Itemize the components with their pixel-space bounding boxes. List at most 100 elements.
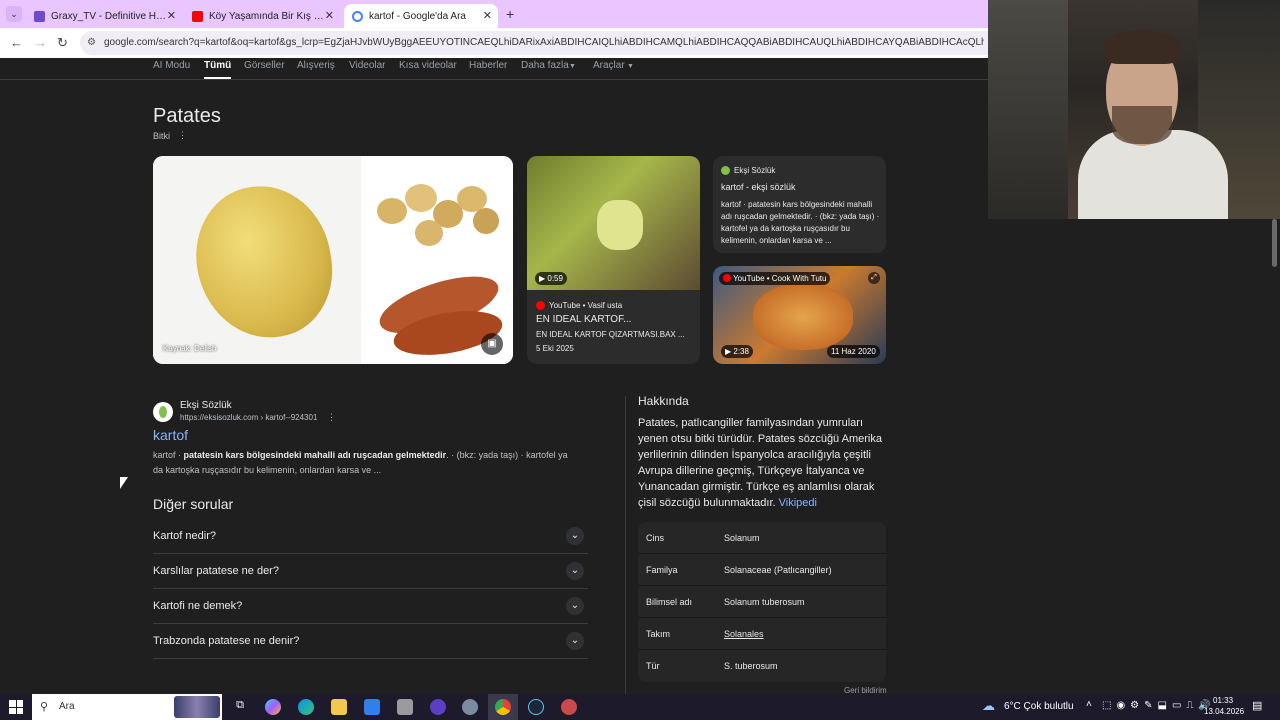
video-duration: ▶ 2:38 <box>721 345 753 358</box>
result-menu-icon[interactable]: ⋮ <box>327 412 336 423</box>
wikipedia-link[interactable]: Vikipedi <box>779 497 817 509</box>
tab-images[interactable]: Görseller <box>244 60 285 71</box>
expand-icon[interactable]: ⤢ <box>868 272 880 284</box>
tools-chevron-icon: ▼ <box>627 63 634 70</box>
potato-image[interactable]: Kaynak: Delish <box>153 156 361 364</box>
chevron-down-icon[interactable]: ⌄ <box>566 562 584 580</box>
windows-start-icon[interactable] <box>9 700 23 714</box>
result-url: https://eksisozluk.com › kartof--924301 <box>180 413 318 422</box>
video-date: 5 Eki 2025 <box>536 344 574 353</box>
store-icon[interactable] <box>364 699 380 715</box>
browser-tab-3[interactable]: kartof - Google'da Ara ✕ <box>344 4 498 28</box>
taskbar-search[interactable]: ⚲ Ara <box>32 694 222 720</box>
video-card-2[interactable]: YouTube • Cook With Tutu ⤢ ▶ 2:38 11 Haz… <box>713 266 886 364</box>
video-thumbnail[interactable]: ▶ 0:59 <box>527 156 700 290</box>
tab-short-videos[interactable]: Kısa videolar <box>399 60 457 71</box>
baby-potatoes-image[interactable] <box>363 156 513 259</box>
youtube-icon <box>723 274 731 282</box>
obs-icon[interactable] <box>430 699 446 715</box>
tab-videos[interactable]: Videolar <box>349 60 386 71</box>
eksi-site-icon <box>153 402 173 422</box>
site-info-icon[interactable]: ⚙ <box>87 37 96 48</box>
twitch-favicon-icon <box>34 10 45 22</box>
scrollbar-thumb[interactable] <box>1272 219 1277 267</box>
fact-row: Familya Solanaceae (Patlıcangiller) <box>638 554 886 586</box>
url-text: google.com/search?q=kartof&oq=kartof&gs_… <box>104 37 984 48</box>
forward-icon[interactable]: → <box>34 35 47 50</box>
reload-icon[interactable]: ↻ <box>57 35 68 51</box>
about-heading: Hakkında <box>638 394 689 408</box>
video-source: YouTube • Vasif usta <box>549 301 623 310</box>
tray-chevron-icon[interactable]: ˄ <box>1086 699 1092 710</box>
fact-row: Bilimsel adı Solanum tuberosum <box>638 586 886 618</box>
kp-subtitle: Bitki <box>153 131 171 141</box>
clock-date[interactable]: 13.04.2026 <box>1204 707 1244 716</box>
browser-tab-1[interactable]: Graxy_TV - Definitive Hero Sieg ✕ <box>26 4 182 28</box>
tab-more[interactable]: Daha fazla <box>521 60 569 71</box>
kp-title: Patates <box>153 105 221 127</box>
chevron-down-icon[interactable]: ⌄ <box>566 632 584 650</box>
app-icon[interactable] <box>397 699 413 715</box>
kp-image-collage[interactable]: Kaynak: Delish ▣ <box>153 156 513 364</box>
feedback-link[interactable]: Geri bildirim <box>844 686 887 694</box>
fact-row: Takım Solanales <box>638 618 886 650</box>
tab-all[interactable]: Tümü <box>204 60 232 79</box>
sweet-potato-image[interactable]: ▣ <box>363 261 513 364</box>
new-tab-icon[interactable]: + <box>506 6 514 22</box>
notification-icon[interactable]: ▤ <box>1252 699 1262 712</box>
google-favicon-icon <box>352 10 363 22</box>
image-source-label: Kaynak: Delish <box>163 344 217 353</box>
tab-menu-icon[interactable]: ⌄ <box>6 6 22 22</box>
settings-icon[interactable] <box>462 699 478 715</box>
fact-row: Cins Solanum <box>638 522 886 554</box>
video-source-badge: YouTube • Cook With Tutu <box>719 272 831 285</box>
tray-icons[interactable]: ⬚◉⚙✎⬓▭⎍🔊 <box>1102 700 1216 711</box>
back-icon[interactable]: ← <box>10 35 23 50</box>
copilot-icon[interactable] <box>265 699 281 715</box>
task-view-icon[interactable]: ⧉ <box>232 699 248 715</box>
chevron-down-icon[interactable]: ⌄ <box>566 527 584 545</box>
tab-ai-mode[interactable]: AI Modu <box>153 60 190 71</box>
order-link[interactable]: Solanales <box>724 629 764 639</box>
result-snippet: kartof · patatesin kars bölgesindeki mah… <box>153 450 568 475</box>
streamer-hair <box>1104 30 1180 64</box>
edge-icon[interactable] <box>298 699 314 715</box>
image-search-icon[interactable]: ▣ <box>481 333 503 355</box>
youtube-favicon-icon <box>192 10 203 22</box>
paa-question-4[interactable]: Trabzonda patatese ne denir? ⌄ <box>153 624 588 659</box>
result-title-link[interactable]: kartof <box>153 427 188 443</box>
google-results-page: AI Modu Tümü Görseller Alışveriş Videola… <box>0 58 988 694</box>
browser-tab-bar: ⌄ Graxy_TV - Definitive Hero Sieg ✕ Köy … <box>0 0 988 28</box>
paa-question-1[interactable]: Kartof nedir? ⌄ <box>153 519 588 554</box>
card-description: kartof · patatesin kars bölgesindeki mah… <box>721 200 880 245</box>
steam-icon[interactable] <box>528 699 544 715</box>
file-explorer-icon[interactable] <box>331 699 347 715</box>
tab-tools[interactable]: Araçlar <box>593 60 625 71</box>
chrome-icon[interactable] <box>495 699 511 715</box>
clock-time[interactable]: 01:33 <box>1213 696 1233 705</box>
chevron-down-icon[interactable]: ⌄ <box>566 597 584 615</box>
kebab-menu-icon[interactable]: ⋮ <box>178 130 187 141</box>
paa-question-2[interactable]: Karslılar patatese ne der? ⌄ <box>153 554 588 589</box>
eksi-sozluk-card[interactable]: Ekşi Sözlük kartof - ekşi sözlük kartof … <box>713 156 886 253</box>
browser-tab-2[interactable]: Köy Yaşamında Bir Kış Günü | S ✕ <box>184 4 340 28</box>
video-card-1[interactable]: ▶ 0:59 YouTube • Vasif usta EN IDEAL KAR… <box>527 156 700 364</box>
facts-table: Cins Solanum Familya Solanaceae (Patlıcang… <box>638 522 886 682</box>
misc-app-icon[interactable] <box>561 699 577 715</box>
weather-text[interactable]: 6°C Çok bulutlu <box>1004 701 1074 712</box>
close-tab-icon[interactable]: ✕ <box>167 9 176 22</box>
card-title[interactable]: kartof - ekşi sözlük <box>721 182 796 192</box>
tab-news[interactable]: Haberler <box>469 60 507 71</box>
more-chevron-icon: ▼ <box>569 63 576 70</box>
tab-shopping[interactable]: Alışveriş <box>297 60 335 71</box>
close-tab-icon[interactable]: ✕ <box>325 9 334 22</box>
url-field[interactable]: ⚙ google.com/search?q=kartof&oq=kartof&g… <box>80 31 988 55</box>
paa-question-3[interactable]: Kartofi ne demek? ⌄ <box>153 589 588 624</box>
close-tab-icon[interactable]: ✕ <box>483 9 492 22</box>
weather-icon[interactable]: ☁ <box>982 698 995 714</box>
search-placeholder: Ara <box>59 701 75 712</box>
mouse-cursor-icon <box>120 477 128 489</box>
video-title[interactable]: EN IDEAL KARTOF... <box>536 314 631 325</box>
search-highlight-image <box>174 696 220 718</box>
card-source: Ekşi Sözlük <box>734 166 776 175</box>
